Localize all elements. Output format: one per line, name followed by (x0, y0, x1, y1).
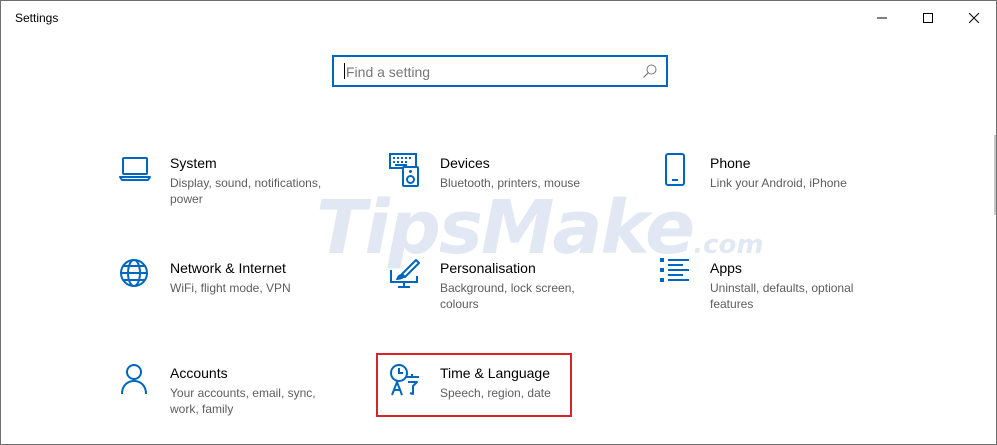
tile-title: Phone (710, 155, 751, 171)
tile-description: Display, sound, notifications, power (170, 176, 322, 206)
laptop-icon (119, 157, 151, 181)
tile-title: Accounts (170, 365, 228, 381)
scrollbar[interactable] (994, 135, 996, 215)
title-bar[interactable]: Settings (1, 1, 996, 35)
tile-description: Background, lock screen, colours (440, 281, 575, 311)
tile-description: Your accounts, email, sync, work, family (170, 386, 316, 416)
close-button[interactable] (951, 1, 996, 35)
close-icon (969, 13, 979, 23)
search-icon[interactable] (642, 63, 658, 79)
window-title: Settings (15, 11, 59, 25)
tile-description: Link your Android, iPhone (710, 176, 847, 190)
person-icon (121, 364, 147, 395)
tile-title: Apps (710, 260, 742, 276)
tile-description: WiFi, flight mode, VPN (170, 281, 291, 295)
tile-accounts[interactable]: Accounts Your accounts, email, sync, wor… (119, 363, 339, 429)
tile-title: Personalisation (440, 260, 536, 276)
keyboard-speaker-icon (389, 153, 419, 187)
tile-title: System (170, 155, 217, 171)
tile-personalisation[interactable]: Personalisation Background, lock screen,… (389, 258, 609, 324)
tile-devices[interactable]: Devices Bluetooth, printers, mouse (389, 153, 609, 219)
apps-list-icon (660, 258, 689, 282)
paint-brush-icon (390, 259, 420, 288)
maximize-icon (923, 13, 933, 23)
highlight-box (376, 353, 572, 417)
search-placeholder: Find a setting (346, 64, 431, 80)
tile-description: Uninstall, defaults, optional features (710, 281, 854, 311)
settings-window: Settings Find a setting TipsMake.com Sys… (0, 0, 997, 445)
tile-title: Devices (440, 155, 490, 171)
globe-icon (120, 259, 148, 287)
tile-phone[interactable]: Phone Link your Android, iPhone (659, 153, 879, 219)
tile-system[interactable]: System Display, sound, notifications, po… (119, 153, 339, 219)
minimize-button[interactable] (859, 1, 905, 35)
tile-network-internet[interactable]: Network & Internet WiFi, flight mode, VP… (119, 258, 339, 324)
search-input[interactable]: Find a setting (332, 55, 668, 87)
maximize-button[interactable] (905, 1, 951, 35)
tile-title: Network & Internet (170, 260, 286, 276)
text-caret (344, 63, 345, 79)
minimize-icon (877, 17, 887, 19)
tile-description: Bluetooth, printers, mouse (440, 176, 581, 190)
tile-apps[interactable]: Apps Uninstall, defaults, optional featu… (659, 258, 879, 324)
phone-icon (665, 153, 685, 186)
